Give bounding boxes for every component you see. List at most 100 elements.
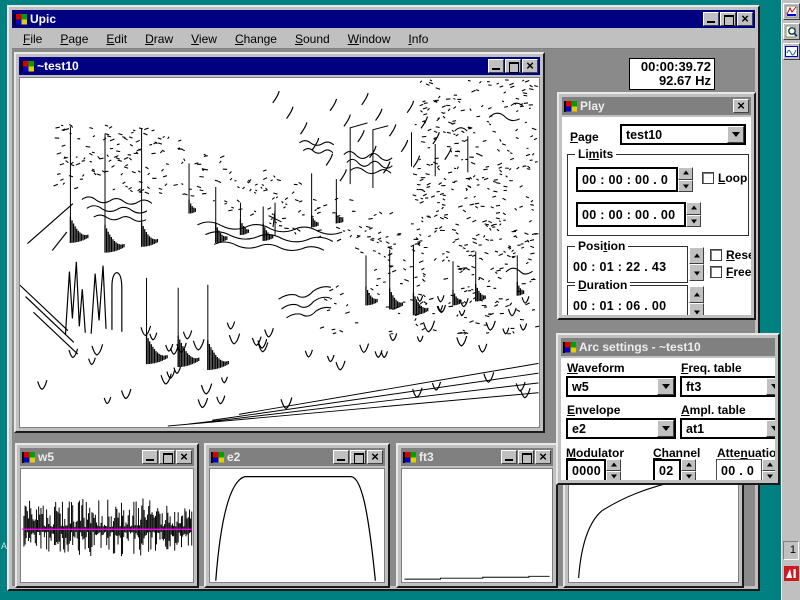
- e2-title-bar[interactable]: e2: [209, 448, 385, 466]
- play-dialog-title-bar[interactable]: Play: [562, 97, 751, 115]
- menu-edit[interactable]: Edit: [97, 30, 136, 48]
- w5-waveform-plot: [22, 498, 193, 557]
- search-document-icon[interactable]: [782, 23, 800, 40]
- limit-end-spinner[interactable]: [686, 202, 701, 227]
- menu-window[interactable]: Window: [339, 30, 400, 48]
- waveform-combo-value: w5: [572, 379, 589, 394]
- reset-label: Reset: [726, 248, 751, 262]
- close-button[interactable]: [733, 99, 749, 113]
- close-button[interactable]: [535, 450, 551, 464]
- dropdown-arrow-icon[interactable]: [766, 420, 775, 437]
- envelope-window-e2: e2: [204, 443, 390, 588]
- menu-info[interactable]: Info: [399, 30, 437, 48]
- score-window-title: ~test10: [37, 59, 79, 73]
- freq-table-combo-value: ft3: [686, 379, 702, 394]
- e2-envelope-view: [209, 468, 385, 583]
- limit-start-spinner[interactable]: [678, 167, 693, 192]
- close-button[interactable]: [176, 450, 192, 464]
- ft3-title-bar[interactable]: ft3: [401, 448, 553, 466]
- score-drawing[interactable]: [20, 78, 539, 427]
- desktop-icon-label-fragment: A: [1, 541, 8, 551]
- time-readout: 00:00:39.72: [640, 59, 711, 74]
- close-button[interactable]: [737, 12, 753, 26]
- maximize-button[interactable]: [720, 12, 736, 26]
- signal-plot-icon[interactable]: [782, 43, 800, 60]
- minimize-button[interactable]: [488, 59, 504, 73]
- ampl-table-combo[interactable]: at1: [680, 418, 775, 439]
- desktop: A Upic File Page Edit Draw View Change S…: [0, 0, 800, 600]
- close-button[interactable]: [367, 450, 383, 464]
- duration-spinner[interactable]: [689, 286, 704, 315]
- arc-dialog-title-bar[interactable]: Arc settings - ~test10: [561, 338, 775, 356]
- duration-field[interactable]: 00 : 01 : 06 . 00: [571, 295, 683, 315]
- attenuation-label: Attenuation: [717, 446, 775, 460]
- ft3-window-icon: [403, 451, 416, 463]
- minimize-button[interactable]: [501, 450, 517, 464]
- w5-window-title: w5: [38, 450, 55, 464]
- channel-spinner[interactable]: [681, 459, 696, 480]
- page-combo[interactable]: test10: [620, 124, 746, 145]
- dropdown-arrow-icon[interactable]: [657, 378, 674, 395]
- menu-draw[interactable]: Draw: [136, 30, 182, 48]
- attenuation-field[interactable]: 00 . 0: [716, 459, 762, 480]
- envelope-combo[interactable]: e2: [566, 418, 676, 439]
- minimize-button[interactable]: [142, 450, 158, 464]
- limit-end-field[interactable]: 00 : 00 : 00 . 00: [576, 202, 686, 227]
- chart-tool-icon[interactable]: [782, 3, 800, 20]
- modulator-spinner[interactable]: [606, 459, 621, 480]
- main-title-bar[interactable]: Upic: [12, 10, 755, 28]
- attenuation-spinner[interactable]: [762, 459, 775, 480]
- freeze-checkbox[interactable]: [710, 266, 722, 278]
- arc-dialog-icon: [563, 341, 576, 353]
- arc-settings-dialog: Arc settings - ~test10 Waveform Freq. ta…: [556, 333, 780, 485]
- limit-start-field[interactable]: 00 : 00 : 00 . 0: [576, 167, 678, 192]
- minimize-button[interactable]: [703, 12, 719, 26]
- page-label: Page: [570, 130, 599, 144]
- main-window-title: Upic: [30, 12, 57, 26]
- minimize-button[interactable]: [333, 450, 349, 464]
- limits-group-label: Limits: [575, 147, 617, 161]
- w5-waveform-view: [20, 468, 194, 583]
- dropdown-arrow-icon[interactable]: [727, 126, 744, 143]
- score-window-icon: [21, 60, 34, 72]
- maximize-button[interactable]: [159, 450, 175, 464]
- menu-file[interactable]: File: [14, 30, 51, 48]
- freeze-label: Freeze: [726, 265, 751, 279]
- play-dialog-body: Page test10 Limits 00 : 00 : 00 . 0 Loop…: [562, 117, 751, 315]
- score-title-bar[interactable]: ~test10: [19, 57, 540, 75]
- ampl-table-combo-value: at1: [686, 421, 705, 436]
- menu-change[interactable]: Change: [226, 30, 286, 48]
- limits-group: Limits 00 : 00 : 00 . 0 Loop 00 : 00 : 0…: [567, 147, 749, 236]
- waveform-combo[interactable]: w5: [566, 376, 676, 397]
- dropdown-arrow-icon[interactable]: [766, 378, 775, 395]
- ati-logo: [784, 566, 799, 581]
- modulator-field[interactable]: 0000: [566, 459, 606, 480]
- frequency-readout: 92.67 Hz: [658, 73, 711, 88]
- reset-checkbox[interactable]: [710, 249, 722, 261]
- maximize-button[interactable]: [505, 59, 521, 73]
- score-canvas[interactable]: [19, 77, 540, 428]
- freeze-option: Freeze: [710, 265, 751, 279]
- position-spinner[interactable]: [689, 247, 704, 281]
- dropdown-arrow-icon[interactable]: [657, 420, 674, 437]
- menu-view[interactable]: View: [182, 30, 226, 48]
- score-window: ~test10: [14, 52, 545, 433]
- position-field[interactable]: 00 : 01 : 22 . 43: [571, 256, 683, 278]
- page-number-indicator: 1: [783, 541, 799, 560]
- maximize-button[interactable]: [350, 450, 366, 464]
- w5-title-bar[interactable]: w5: [20, 448, 194, 466]
- freq-table-label: Freq. table: [681, 361, 742, 375]
- side-toolbar: 1: [781, 0, 800, 600]
- ampl-table-view: [568, 471, 739, 583]
- position-group-label: Position: [575, 239, 629, 253]
- modulator-label: Modulator: [566, 446, 624, 460]
- channel-field[interactable]: 02: [653, 459, 681, 480]
- maximize-button[interactable]: [518, 450, 534, 464]
- loop-checkbox[interactable]: [702, 172, 714, 184]
- menu-page[interactable]: Page: [51, 30, 97, 48]
- time-frequency-display: 00:00:39.72 92.67 Hz: [629, 58, 715, 90]
- freq-table-combo[interactable]: ft3: [680, 376, 775, 397]
- menu-sound[interactable]: Sound: [286, 30, 339, 48]
- e2-window-icon: [211, 451, 224, 463]
- close-button[interactable]: [522, 59, 538, 73]
